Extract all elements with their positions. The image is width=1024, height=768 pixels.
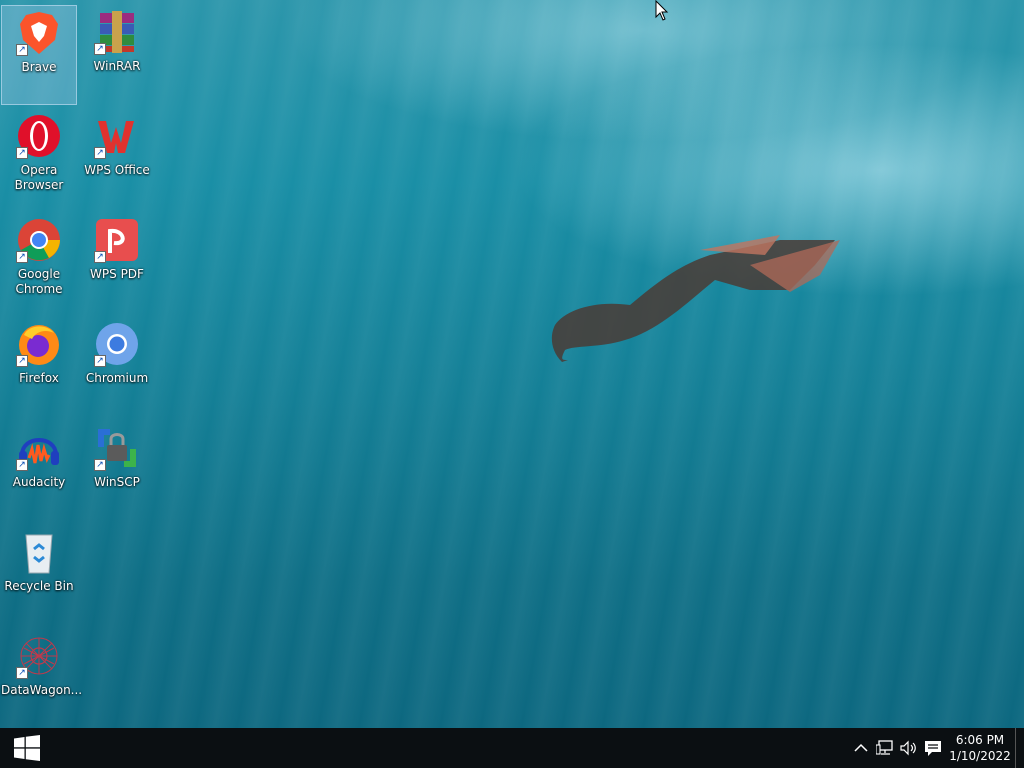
wps-pdf-icon: ↗ [94,217,140,263]
desktop-icon-label: Google Chrome [15,267,63,296]
volume-icon[interactable] [897,728,921,768]
desktop-icon-audacity[interactable]: ↗ Audacity [1,421,77,521]
winrar-icon: ↗ [94,9,140,55]
desktop-icon-winscp[interactable]: ↗ WinSCP [79,421,155,521]
desktop-icon-label: Brave [21,60,57,74]
clock-date: 1/10/2022 [949,749,1011,763]
datawagon-icon: ↗ [16,633,62,679]
desktop-icon-label: Chromium [85,371,149,385]
brave-icon: ↗ [16,10,62,56]
clock[interactable]: 6:06 PM 1/10/2022 [945,728,1015,768]
clock-time: 6:06 PM [955,733,1005,747]
notification-icon[interactable] [921,728,945,768]
desktop-icon-recycle-bin[interactable]: Recycle Bin [1,525,77,625]
desktop-icon-label: Firefox [19,371,59,385]
winscp-icon: ↗ [94,425,140,471]
desktop-icon-datawagon[interactable]: ↗ DataWagon... [1,629,83,728]
taskbar: 6:06 PM 1/10/2022 [0,728,1024,768]
desktop-icon-google-chrome[interactable]: ↗ Google Chrome [1,213,77,313]
system-tray: 6:06 PM 1/10/2022 [849,728,1024,768]
chrome-icon: ↗ [16,217,62,263]
desktop-icon-label: Recycle Bin [4,579,74,593]
desktop-icon-brave[interactable]: ↗ Brave [1,5,77,105]
desktop-icon-label: Audacity [12,475,66,489]
desktop-icon-winrar[interactable]: ↗ WinRAR [79,5,155,105]
recycle-bin-icon [16,529,62,575]
desktop-wallpaper[interactable]: ↗ Brave ↗ WinRAR ↗ Opera Browser ↗ WPS O… [0,0,1024,728]
firefox-icon: ↗ [16,321,62,367]
chromium-icon: ↗ [94,321,140,367]
desktop-icon-wps-office[interactable]: ↗ WPS Office [79,109,155,209]
desktop-icon-label: WPS PDF [90,267,144,281]
desktop-icon-opera[interactable]: ↗ Opera Browser [1,109,77,209]
mouse-cursor-icon [655,0,669,21]
desktop-icon-label: WinRAR [93,59,141,73]
audacity-icon: ↗ [16,425,62,471]
network-icon[interactable] [873,728,897,768]
desktop-icon-firefox[interactable]: ↗ Firefox [1,317,77,417]
wps-office-icon: ↗ [94,113,140,159]
opera-icon: ↗ [16,113,62,159]
desktop-icon-chromium[interactable]: ↗ Chromium [79,317,155,417]
desktop-icon-label: WinSCP [94,475,140,489]
diver-silhouette [551,235,840,362]
desktop-icon-label: DataWagon... [1,683,83,697]
windows-logo-icon [14,735,40,761]
desktop-icon-label: WPS Office [84,163,150,177]
show-desktop-button[interactable] [1015,728,1024,768]
chevron-up-icon[interactable] [849,728,873,768]
desktop-icon-label: Opera Browser [14,163,64,192]
start-button[interactable] [0,728,54,768]
desktop-icon-wps-pdf[interactable]: ↗ WPS PDF [79,213,155,313]
